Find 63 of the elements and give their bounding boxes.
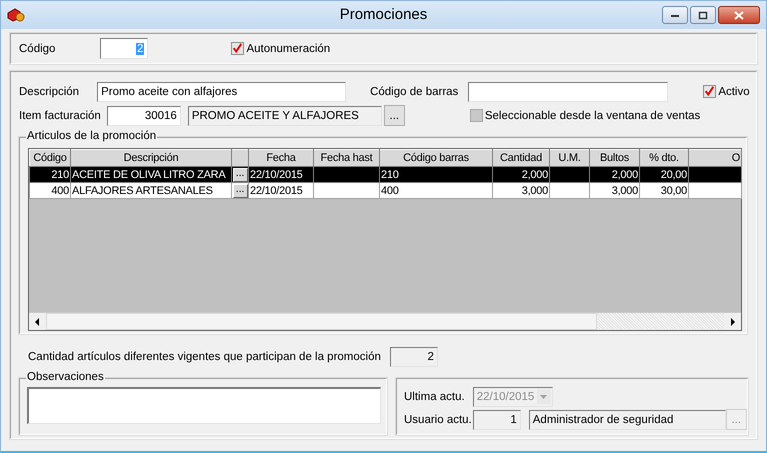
- checkbox-label: Activo: [718, 86, 750, 98]
- table-cell: 2,000: [590, 166, 640, 182]
- table-cell: 400: [30, 182, 70, 198]
- table-cell: 3,000: [492, 182, 550, 198]
- close-icon: [734, 10, 744, 20]
- table-cell: ALFAJORES ARTESANALES: [70, 182, 232, 198]
- browse-button[interactable]: ...: [384, 105, 405, 126]
- column-header[interactable]: Cantidad: [492, 150, 550, 166]
- field-label: Item facturación: [19, 110, 101, 122]
- barcode-field[interactable]: [468, 82, 668, 102]
- close-button[interactable]: [718, 6, 760, 24]
- field-label: Usuario actu.: [404, 414, 472, 426]
- column-header[interactable]: Código: [30, 150, 70, 166]
- user-code-field: 1: [472, 410, 521, 430]
- table-cell: 30,00: [640, 182, 688, 198]
- table-row[interactable]: 400 ALFAJORES ARTESANALES ... 22/10/2015 400 3,000 3,000 30,00: [30, 182, 742, 198]
- group-title: Articulos de la promoción: [26, 130, 158, 142]
- table-cell: ACEITE DE OLIVA LITRO ZARA: [70, 166, 232, 182]
- checkbox[interactable]: [231, 42, 244, 55]
- group-title: Observaciones: [26, 371, 105, 383]
- table-cell: 210: [30, 166, 70, 182]
- field-label: Código de barras: [370, 86, 458, 98]
- right-arrow-icon[interactable]: [730, 318, 735, 326]
- checkbox-label: Seleccionable desde la ventana de ventas: [484, 110, 700, 122]
- table-cell: 210: [380, 166, 492, 182]
- table-row[interactable]: 210 ACEITE DE OLIVA LITRO ZARA ... 22/10/2015 210 2,000 2,000 20,00: [30, 166, 742, 182]
- browse-button[interactable]: ...: [232, 168, 248, 182]
- field-label: Código: [19, 42, 56, 54]
- table-cell: 22/10/2015: [248, 182, 314, 198]
- count-field: 2: [390, 346, 438, 366]
- maximize-button[interactable]: [690, 6, 716, 24]
- maximize-icon: [698, 10, 708, 20]
- column-header[interactable]: Fecha: [248, 150, 314, 166]
- column-header[interactable]: U.M.: [550, 150, 590, 166]
- column-header[interactable]: % dto.: [640, 150, 688, 166]
- table-cell: 20,00: [640, 166, 688, 182]
- table-cell: 400: [380, 182, 492, 198]
- table-cell: 22/10/2015: [248, 166, 314, 182]
- minimize-button[interactable]: [662, 6, 688, 24]
- column-header[interactable]: Fecha hast: [314, 150, 380, 166]
- column-header[interactable]: Descripción: [70, 150, 232, 166]
- count-label: Cantidad artículos diferentes vigentes que participan de la promoción: [28, 350, 381, 362]
- browse-button[interactable]: ...: [232, 184, 248, 198]
- column-header[interactable]: [232, 150, 248, 166]
- item-name-field: PROMO ACEITE Y ALFAJORES: [188, 106, 382, 126]
- table-cell: 3,000: [590, 182, 640, 198]
- left-arrow-icon[interactable]: [35, 318, 40, 326]
- column-header[interactable]: O: [688, 150, 742, 166]
- field-label: Ultima actu.: [404, 390, 465, 402]
- observaciones-field[interactable]: [27, 387, 381, 424]
- horizontal-scrollbar[interactable]: [29, 312, 741, 330]
- checkbox[interactable]: [703, 85, 716, 98]
- minimize-icon: [670, 12, 680, 18]
- descripcion-field[interactable]: Promo aceite con alfajores: [97, 82, 346, 102]
- user-name-field: Administrador de seguridad: [528, 410, 726, 430]
- column-header[interactable]: Bultos: [590, 150, 640, 166]
- field-label: Descripción: [19, 86, 80, 98]
- table-cell: 2,000: [492, 166, 550, 182]
- checkbox-label: Autonumeración: [246, 42, 330, 54]
- window-title: Promociones: [340, 6, 428, 23]
- column-header[interactable]: Código barras: [380, 150, 492, 166]
- item-code-field[interactable]: 30016: [106, 106, 181, 126]
- app-icon: [7, 8, 25, 22]
